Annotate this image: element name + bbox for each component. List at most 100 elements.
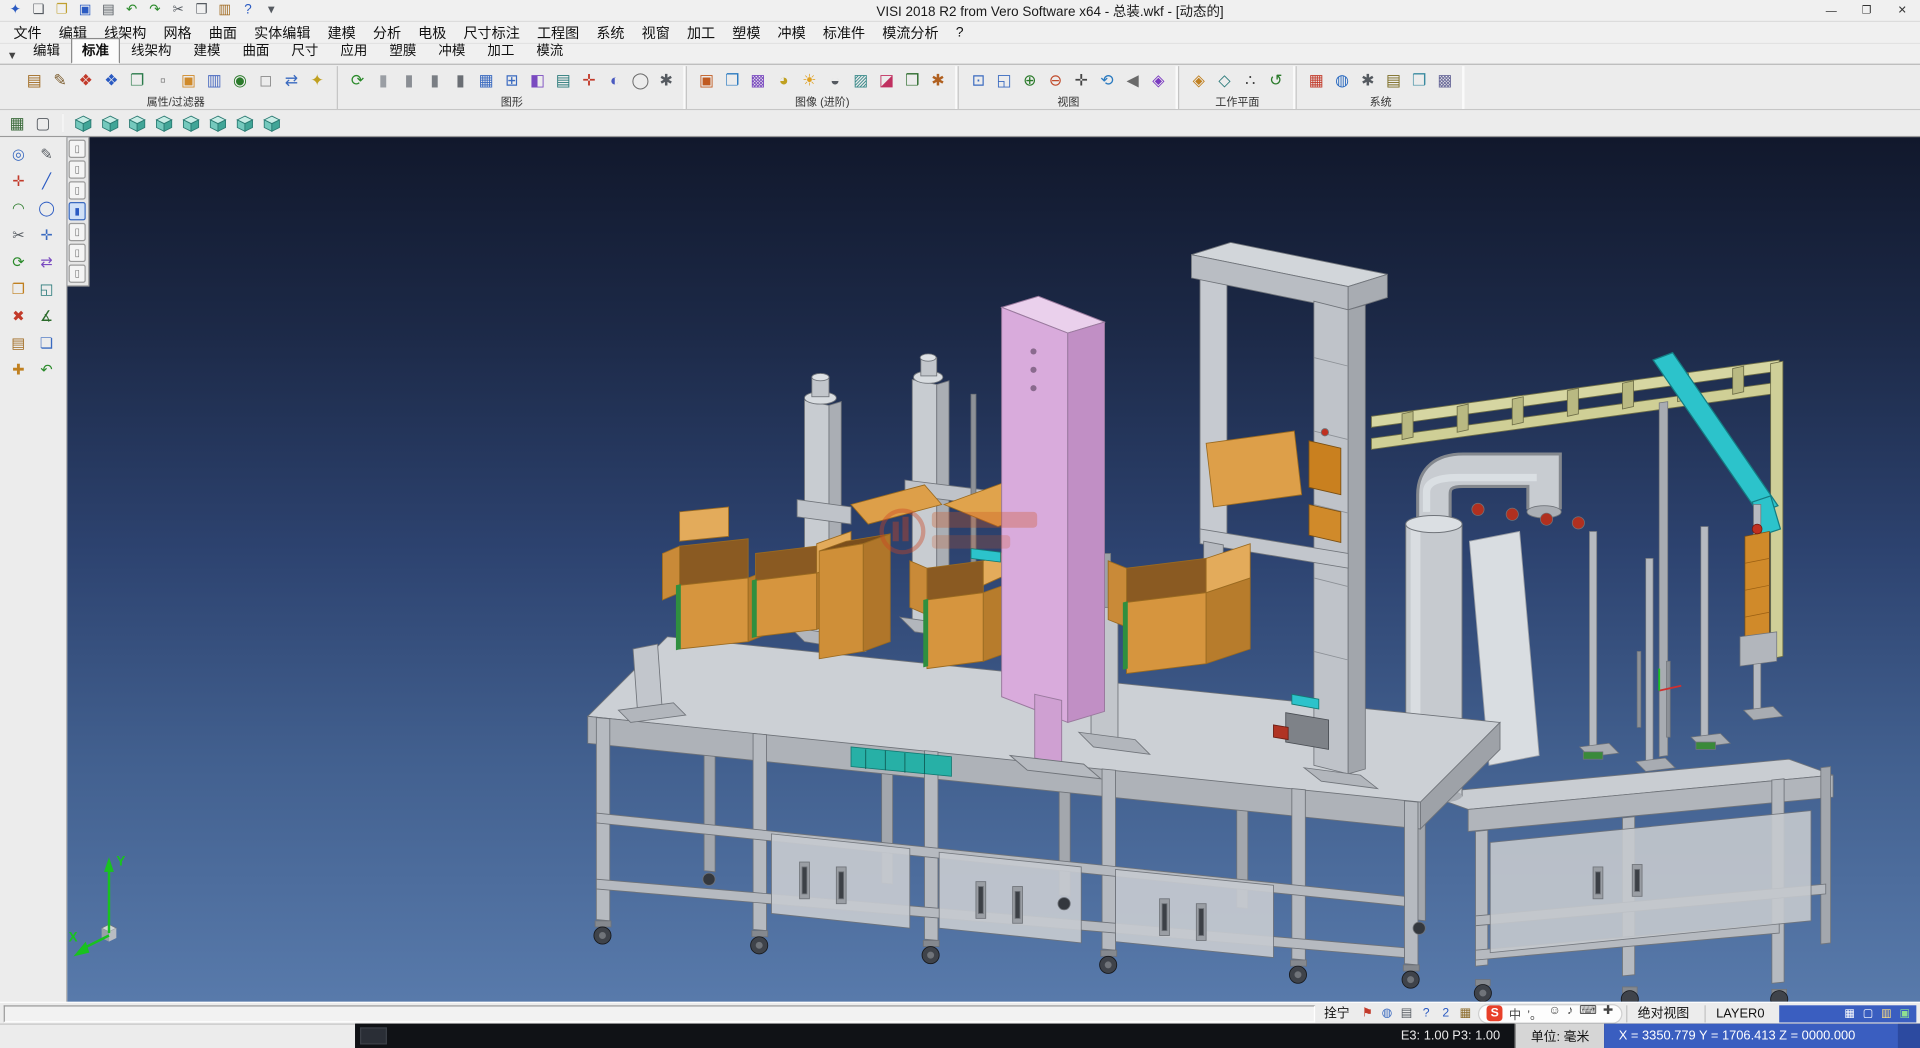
wireframe-mode-icon[interactable]: ▢ bbox=[31, 111, 55, 135]
paste-icon[interactable]: ▥ bbox=[214, 1, 235, 19]
ribbon-tab[interactable]: 加工 bbox=[476, 38, 525, 64]
status-flag-icon[interactable]: ⚑ bbox=[1358, 1005, 1376, 1022]
axis-display-icon[interactable]: ✛ bbox=[577, 68, 601, 92]
view-mode-selector[interactable]: 绝对视图 bbox=[1626, 1005, 1701, 1022]
graphics-box-icon[interactable]: ◧ bbox=[525, 68, 549, 92]
line-width-1-icon[interactable]: ▮ bbox=[371, 68, 395, 92]
line-width-4-icon[interactable]: ▮ bbox=[448, 68, 472, 92]
mirror-tool-icon[interactable]: ⇄ bbox=[34, 249, 60, 275]
point-tool-icon[interactable]: ✛ bbox=[6, 168, 32, 194]
database-icon[interactable]: ▤ bbox=[1381, 68, 1405, 92]
shadow-icon[interactable]: ◒ bbox=[823, 68, 847, 92]
workplane-icon[interactable]: ◈ bbox=[1187, 68, 1211, 92]
zoom-fit-icon[interactable]: ⊡ bbox=[966, 68, 990, 92]
workplane-3pt-icon[interactable]: ∴ bbox=[1238, 68, 1262, 92]
graphics-settings-icon[interactable]: ✱ bbox=[654, 68, 678, 92]
ribbon-tab[interactable]: 模流 bbox=[525, 38, 574, 64]
menu-item[interactable]: 系统 bbox=[588, 21, 633, 43]
lighting-icon[interactable]: ☀ bbox=[797, 68, 821, 92]
wireframe-icon[interactable]: ◯ bbox=[628, 68, 652, 92]
view-right-icon[interactable] bbox=[179, 111, 203, 135]
redo-icon[interactable]: ↷ bbox=[144, 1, 165, 19]
minimize-button[interactable]: — bbox=[1813, 0, 1849, 21]
doc-slot-button-4[interactable]: ▮ bbox=[69, 202, 86, 220]
qat-dropdown-icon[interactable]: ▾ bbox=[261, 1, 282, 19]
menu-item[interactable]: 标准件 bbox=[814, 21, 873, 43]
view-axon-icon[interactable] bbox=[260, 111, 284, 135]
view-front-icon[interactable] bbox=[98, 111, 122, 135]
active-layer-selector[interactable]: LAYER0 bbox=[1704, 1005, 1776, 1022]
menu-item[interactable]: 塑模 bbox=[724, 21, 769, 43]
view-left-icon[interactable] bbox=[152, 111, 176, 135]
help-icon[interactable]: ? bbox=[238, 1, 259, 19]
pan-icon[interactable]: ✛ bbox=[1069, 68, 1093, 92]
regen-icon[interactable]: ⟳ bbox=[345, 68, 369, 92]
command-prompt-area[interactable] bbox=[4, 1005, 1316, 1022]
ribbon-tab[interactable]: 尺寸 bbox=[280, 38, 329, 64]
zoom-out-icon[interactable]: ⊖ bbox=[1043, 68, 1067, 92]
settings-icon[interactable]: ✱ bbox=[1356, 68, 1380, 92]
mini-swatch-icon[interactable]: ▣ bbox=[1897, 1005, 1913, 1022]
swap-attributes-icon[interactable]: ⇄ bbox=[279, 68, 303, 92]
calculator-icon[interactable]: ▩ bbox=[1433, 68, 1457, 92]
filter-blue-icon[interactable]: ❖ bbox=[99, 68, 123, 92]
print-icon[interactable]: ▤ bbox=[98, 1, 119, 19]
cut-icon[interactable]: ✂ bbox=[168, 1, 189, 19]
graphics-list-icon[interactable]: ▤ bbox=[551, 68, 575, 92]
doc-slot-button-2[interactable]: ▯ bbox=[69, 160, 86, 178]
status-globe-icon[interactable]: ◍ bbox=[1378, 1005, 1396, 1022]
measure-tool-icon[interactable]: ∡ bbox=[34, 302, 60, 328]
filter-layers-icon[interactable]: ❐ bbox=[125, 68, 149, 92]
workplane-reset-icon[interactable]: ↺ bbox=[1264, 68, 1288, 92]
texture-map-icon[interactable]: ▩ bbox=[746, 68, 770, 92]
undo-icon[interactable]: ↶ bbox=[121, 1, 142, 19]
maximize-button[interactable]: ❐ bbox=[1849, 0, 1885, 21]
status-ground-icon[interactable]: ▦ bbox=[1456, 1005, 1474, 1022]
save-icon[interactable]: ▣ bbox=[75, 1, 96, 19]
move-tool-icon[interactable]: ✛ bbox=[34, 222, 60, 248]
attribute-brush-icon[interactable]: ✎ bbox=[48, 68, 72, 92]
element-style-icon[interactable]: ▥ bbox=[202, 68, 226, 92]
status-level-icon[interactable]: 2 bbox=[1437, 1005, 1455, 1022]
visi-logo-icon[interactable]: ✦ bbox=[5, 1, 26, 19]
ribbon-tab[interactable]: 应用 bbox=[329, 38, 378, 64]
image-planes-icon[interactable]: ❐ bbox=[720, 68, 744, 92]
shaded-mode-icon[interactable]: ▦ bbox=[5, 111, 29, 135]
material-ball-icon[interactable]: ◕ bbox=[771, 68, 795, 92]
view-bottom-icon[interactable] bbox=[233, 111, 257, 135]
scale-tool-icon[interactable]: ◱ bbox=[34, 276, 60, 302]
ribbon-tab[interactable]: 冲模 bbox=[427, 38, 476, 64]
filter-red-icon[interactable]: ❖ bbox=[73, 68, 97, 92]
doc-slot-button-5[interactable]: ▯ bbox=[69, 223, 86, 241]
selection-mask-icon[interactable]: ▫ bbox=[151, 68, 175, 92]
zoom-in-icon[interactable]: ⊕ bbox=[1018, 68, 1042, 92]
ime-punctuation-icon[interactable]: ’。 bbox=[1527, 1004, 1542, 1022]
ribbon-tab[interactable]: 线架构 bbox=[120, 38, 182, 64]
ribbon-tab[interactable]: 曲面 bbox=[231, 38, 280, 64]
layer-tool-icon[interactable]: ▤ bbox=[6, 329, 32, 355]
dynamic-view-icon[interactable]: ◈ bbox=[1146, 68, 1170, 92]
ime-toolbox-icon[interactable]: ✚ bbox=[1603, 1004, 1613, 1022]
close-button[interactable]: ✕ bbox=[1885, 0, 1920, 21]
quick-filter-icon[interactable]: ✦ bbox=[305, 68, 329, 92]
copy-icon[interactable]: ❒ bbox=[191, 1, 212, 19]
doc-slot-button-6[interactable]: ▯ bbox=[69, 244, 86, 262]
blank-filter-icon[interactable]: ◻ bbox=[253, 68, 277, 92]
doc-slot-button-1[interactable]: ▯ bbox=[69, 140, 86, 158]
view-iso-icon[interactable] bbox=[71, 111, 95, 135]
view-back-icon[interactable] bbox=[125, 111, 149, 135]
workplane-align-icon[interactable]: ◇ bbox=[1212, 68, 1236, 92]
photo-view-icon[interactable]: ❒ bbox=[900, 68, 924, 92]
rotate-tool-icon[interactable]: ⟳ bbox=[6, 249, 32, 275]
line-width-2-icon[interactable]: ▮ bbox=[397, 68, 421, 92]
status-print-icon[interactable]: ▤ bbox=[1397, 1005, 1415, 1022]
status-help-icon[interactable]: ? bbox=[1417, 1005, 1435, 1022]
open-file-icon[interactable]: ❐ bbox=[51, 1, 72, 19]
edit-tool-icon[interactable]: ✎ bbox=[34, 141, 60, 167]
shading-icon[interactable]: ◐ bbox=[602, 68, 626, 92]
circle-tool-icon[interactable]: ◯ bbox=[34, 195, 60, 221]
line-tool-icon[interactable]: ╱ bbox=[34, 168, 60, 194]
line-width-3-icon[interactable]: ▮ bbox=[422, 68, 446, 92]
mini-screen-icon[interactable]: ▢ bbox=[1860, 1005, 1876, 1022]
grid-snap-icon[interactable]: ⊞ bbox=[500, 68, 524, 92]
